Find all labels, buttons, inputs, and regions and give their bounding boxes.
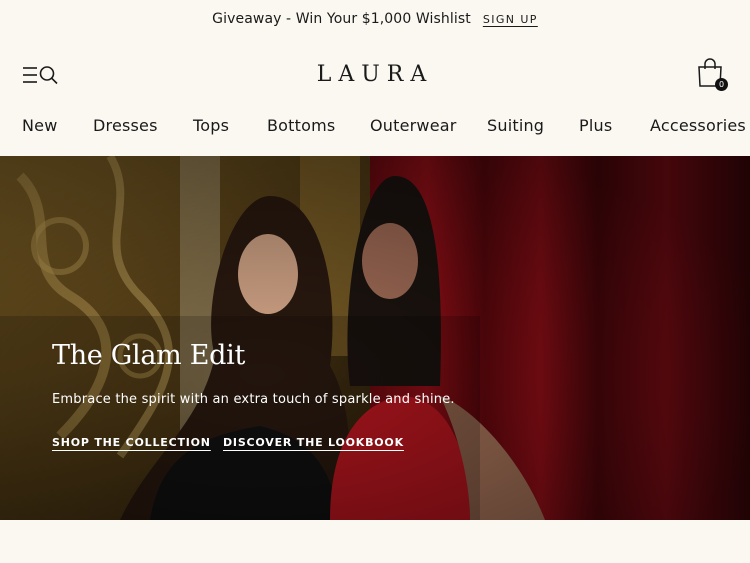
nav-item-tops[interactable]: Tops [193,116,229,135]
nav-item-outerwear[interactable]: Outerwear [370,116,457,135]
nav-item-accessories[interactable]: Accessories [650,116,746,135]
discover-the-lookbook-link[interactable]: DISCOVER THE LOOKBOOK [223,436,404,449]
nav-item-dresses[interactable]: Dresses [93,116,158,135]
nav-item-new[interactable]: New [22,116,58,135]
nav-item-bottoms[interactable]: Bottoms [267,116,335,135]
promo-bar: Giveaway - Win Your $1,000 Wishlist SIGN… [0,0,750,38]
main-nav: New Dresses Tops Bottoms Outerwear Suiti… [0,112,750,140]
site-header: LAURA 0 [0,52,750,100]
hero-title: The Glam Edit [52,340,246,371]
site-logo[interactable]: LAURA [0,62,750,87]
shopping-bag-button[interactable]: 0 [696,58,732,94]
nav-item-plus[interactable]: Plus [579,116,612,135]
hero-banner[interactable]: The Glam Edit Embrace the spirit with an… [0,156,750,520]
hero-subtitle: Embrace the spirit with an extra touch o… [52,392,455,407]
nav-item-suiting[interactable]: Suiting [487,116,544,135]
sign-up-link[interactable]: SIGN UP [483,13,538,26]
promo-text: Giveaway - Win Your $1,000 Wishlist [212,11,471,27]
shop-the-collection-link[interactable]: SHOP THE COLLECTION [52,436,211,449]
bag-count-badge: 0 [715,78,728,91]
hero-image [0,156,750,520]
